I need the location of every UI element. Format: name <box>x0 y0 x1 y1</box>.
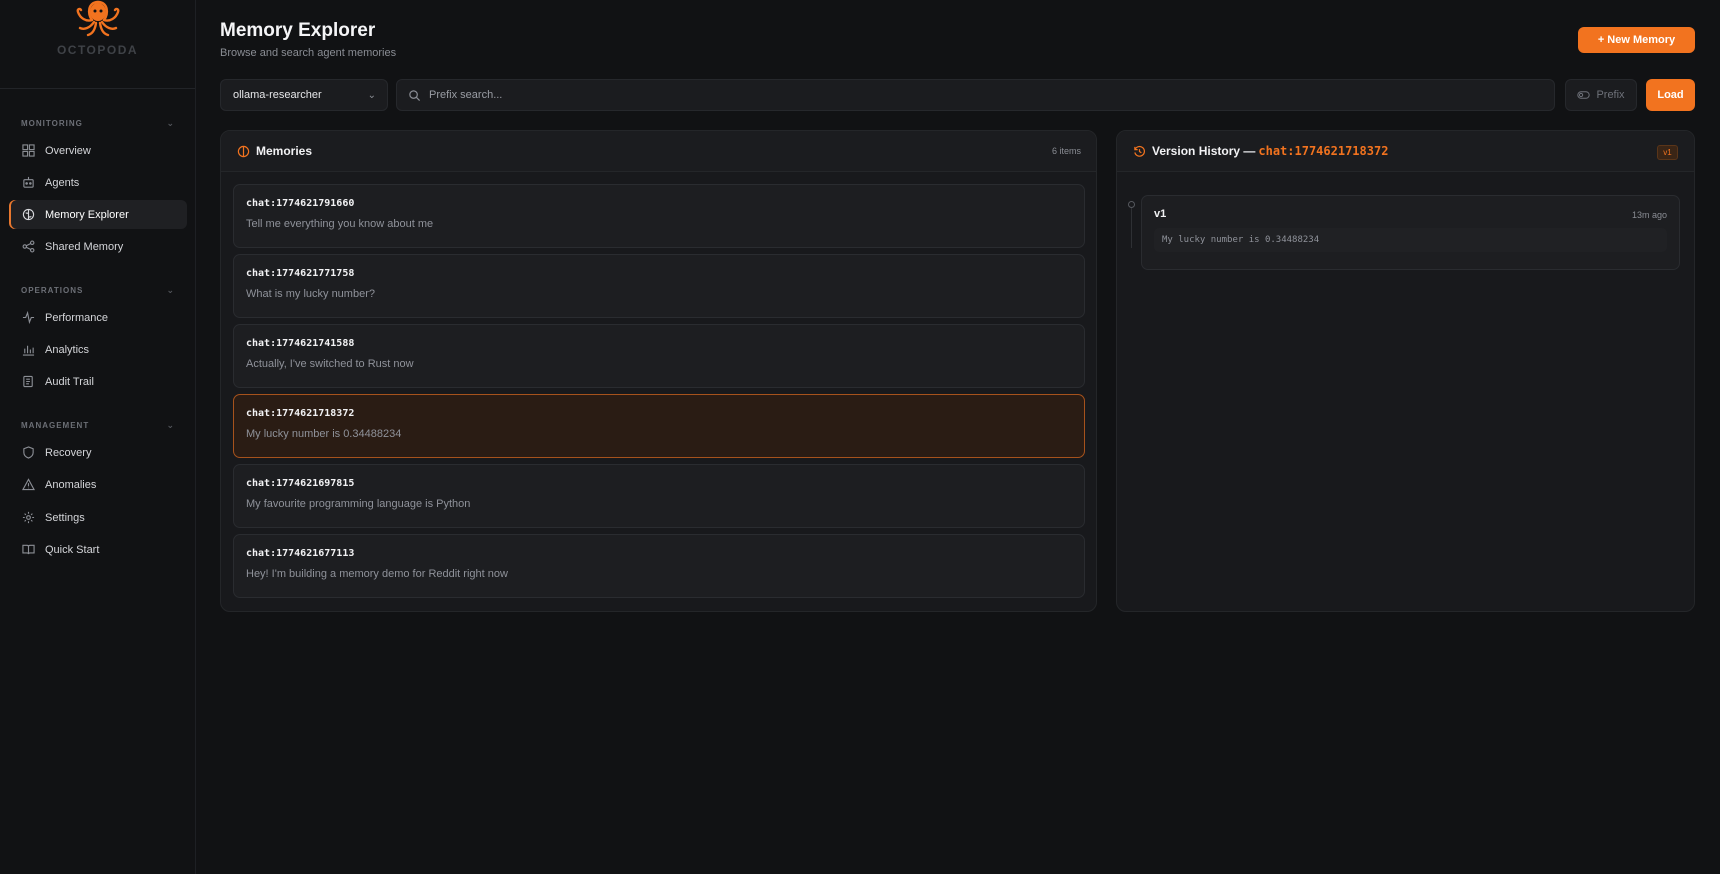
memory-value: What is my lucky number? <box>246 288 375 300</box>
history-icon <box>1134 145 1145 157</box>
sidebar-item-label: Overview <box>45 144 91 157</box>
sidebar-item-label: Memory Explorer <box>45 208 129 221</box>
page-title: Memory Explorer <box>220 20 376 41</box>
shield-icon <box>23 446 34 459</box>
chevron-down-icon: ⌄ <box>166 420 175 430</box>
version-label: v1 <box>1154 208 1167 220</box>
new-memory-button[interactable]: + New Memory <box>1578 27 1695 53</box>
section-title: OPERATIONS <box>21 286 84 295</box>
share-icon <box>22 240 35 253</box>
memory-item[interactable]: chat:1774621741588 Actually, I've switch… <box>233 324 1085 388</box>
memory-key: chat:1774621677113 <box>246 548 355 559</box>
agent-select-value: ollama-researcher <box>233 89 322 101</box>
sidebar-item-label: Quick Start <box>45 543 100 556</box>
sidebar-item-shared-memory[interactable]: Shared Memory <box>9 232 187 261</box>
brain-icon <box>22 208 35 221</box>
sidebar-item-overview[interactable]: Overview <box>9 136 187 165</box>
memory-key: chat:1774621718372 <box>246 408 355 419</box>
book-icon <box>22 544 35 555</box>
sidebar-item-label: Shared Memory <box>45 240 124 253</box>
memory-icon <box>237 145 250 157</box>
toggle-icon <box>1577 91 1591 99</box>
sidebar: OCTOPODA MONITORING ⌄ Overview Agents Me… <box>0 0 196 874</box>
warning-icon <box>22 478 35 491</box>
version-card[interactable]: v1 13m ago My lucky number is 0.34488234 <box>1141 195 1680 270</box>
gear-icon <box>22 511 35 524</box>
new-memory-label: + New Memory <box>1597 34 1676 46</box>
bot-icon <box>23 176 34 188</box>
memory-key: chat:1774621697815 <box>246 478 355 489</box>
sidebar-item-anomalies[interactable]: Anomalies <box>9 470 187 499</box>
sidebar-item-label: Settings <box>45 511 85 524</box>
version-time: 13m ago <box>1631 210 1667 220</box>
chevron-down-icon: ⌄ <box>166 285 175 295</box>
version-history-title: Version History — <box>1152 144 1256 158</box>
memory-item[interactable]: chat:1774621791660 Tell me everything yo… <box>233 184 1085 248</box>
sidebar-item-analytics[interactable]: Analytics <box>9 335 187 364</box>
prefix-toggle-button[interactable]: Prefix <box>1565 79 1637 111</box>
search-icon <box>409 89 421 101</box>
memory-item[interactable]: chat:1774621771758 What is my lucky numb… <box>233 254 1085 318</box>
memory-item[interactable]: chat:1774621677113 Hey! I'm building a m… <box>233 534 1085 598</box>
sidebar-item-agents[interactable]: Agents <box>9 168 187 197</box>
memories-count: 6 items <box>1051 146 1081 156</box>
timeline-line <box>1131 203 1132 248</box>
version-content: My lucky number is 0.34488234 <box>1154 228 1667 252</box>
sidebar-item-label: Audit Trail <box>45 375 94 388</box>
sidebar-item-label: Performance <box>45 311 108 324</box>
memory-key: chat:1774621741588 <box>246 338 355 349</box>
memory-key: chat:1774621791660 <box>246 198 355 209</box>
section-monitoring[interactable]: MONITORING ⌄ <box>21 118 175 129</box>
sidebar-item-label: Analytics <box>45 343 90 356</box>
chevron-down-icon: ⌄ <box>367 89 376 101</box>
memory-item[interactable]: chat:1774621697815 My favourite programm… <box>233 464 1085 528</box>
sidebar-item-recovery[interactable]: Recovery <box>9 438 187 467</box>
memory-value: My lucky number is 0.34488234 <box>246 428 402 440</box>
sidebar-item-performance[interactable]: Performance <box>9 303 187 332</box>
memories-panel-header: Memories 6 items <box>221 131 1096 172</box>
brand-name: OCTOPODA <box>56 43 139 57</box>
version-history-panel: Version History — chat:1774621718372 v1 … <box>1116 130 1695 612</box>
activity-icon <box>22 311 35 324</box>
section-operations[interactable]: OPERATIONS ⌄ <box>21 285 175 296</box>
version-badge: v1 <box>1657 145 1678 160</box>
search-input[interactable] <box>429 89 1529 101</box>
version-history-key: chat:1774621718372 <box>1258 144 1389 158</box>
memory-value: Hey! I'm building a memory demo for Redd… <box>246 568 508 580</box>
bar-chart-icon <box>22 345 35 356</box>
scroll-icon <box>23 375 33 388</box>
memory-key: chat:1774621771758 <box>246 268 355 279</box>
memory-item-selected[interactable]: chat:1774621718372 My lucky number is 0.… <box>233 394 1085 458</box>
section-title: MONITORING <box>21 119 83 128</box>
load-button[interactable]: Load <box>1646 79 1695 111</box>
agent-select[interactable]: ollama-researcher ⌄ <box>220 79 388 111</box>
sidebar-item-settings[interactable]: Settings <box>9 503 187 532</box>
octopus-logo-icon <box>76 0 119 37</box>
logo-area: OCTOPODA <box>0 0 195 89</box>
version-history-header: Version History — chat:1774621718372 v1 <box>1117 131 1694 172</box>
sidebar-item-memory-explorer[interactable]: Memory Explorer <box>9 200 187 229</box>
page-subtitle: Browse and search agent memories <box>220 47 397 59</box>
sidebar-item-label: Anomalies <box>45 478 97 491</box>
sidebar-item-audit-trail[interactable]: Audit Trail <box>9 367 187 396</box>
timeline-dot <box>1128 201 1135 208</box>
grid-icon <box>22 144 35 157</box>
memories-title: Memories <box>256 144 313 158</box>
section-title: MANAGEMENT <box>21 421 90 430</box>
memory-value: Tell me everything you know about me <box>246 218 434 230</box>
memories-panel: Memories 6 items chat:1774621791660 Tell… <box>220 130 1097 612</box>
prefix-label: Prefix <box>1596 89 1625 101</box>
search-field[interactable] <box>396 79 1555 111</box>
sidebar-item-label: Recovery <box>45 446 92 459</box>
memory-value: Actually, I've switched to Rust now <box>246 358 414 370</box>
memory-value: My favourite programming language is Pyt… <box>246 498 471 510</box>
sidebar-item-quick-start[interactable]: Quick Start <box>9 535 187 564</box>
chevron-down-icon: ⌄ <box>166 118 175 128</box>
sidebar-item-label: Agents <box>45 176 80 189</box>
section-management[interactable]: MANAGEMENT ⌄ <box>21 420 175 431</box>
